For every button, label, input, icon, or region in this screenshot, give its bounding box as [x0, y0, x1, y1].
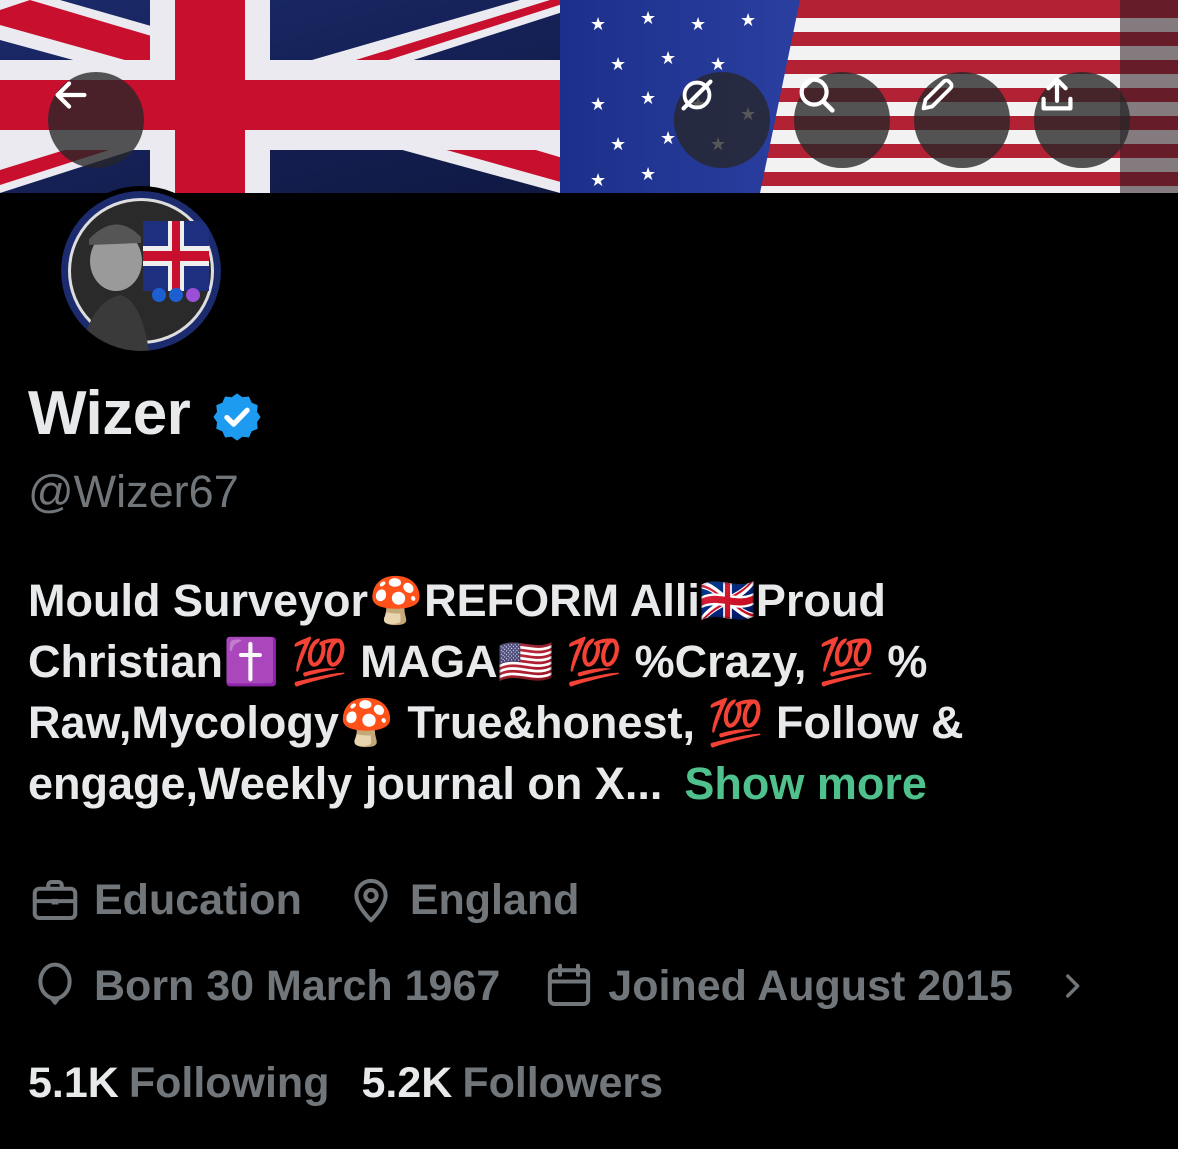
- back-button[interactable]: [48, 72, 144, 168]
- birthday-label: Born 30 March 1967: [94, 962, 501, 1010]
- verified-badge-icon[interactable]: [210, 390, 264, 444]
- edit-button[interactable]: [914, 72, 1010, 168]
- search-icon: [799, 77, 835, 113]
- svg-text:★: ★: [690, 14, 706, 35]
- grok-slash-icon: [681, 79, 713, 111]
- location-pin-icon: [354, 878, 388, 923]
- bio: Mould Surveyor🍄REFORM Alli🇬🇧Proud Christ…: [28, 570, 1153, 814]
- grok-button[interactable]: [674, 72, 770, 168]
- share-button[interactable]: [1034, 72, 1130, 168]
- category-label: Education: [94, 876, 302, 924]
- svg-text:★: ★: [640, 88, 656, 109]
- svg-text:★: ★: [740, 10, 756, 31]
- display-name-row: Wizer: [28, 378, 264, 450]
- profile-banner[interactable]: ★★★★ ★★★ ★★★★ ★★★ ★★: [0, 0, 1178, 193]
- svg-text:★: ★: [640, 8, 656, 29]
- joined-label: Joined August 2015: [608, 962, 1013, 1010]
- followers-label: Followers: [462, 1059, 664, 1107]
- category-item: Education: [28, 872, 302, 928]
- svg-text:★: ★: [610, 134, 626, 155]
- birthday-item: Born 30 March 1967: [28, 958, 500, 1014]
- profile-meta-row-1: Education England: [28, 872, 621, 928]
- followers-count: 5.2K: [361, 1059, 453, 1107]
- joined-item[interactable]: Joined August 2015: [542, 958, 1013, 1014]
- avatar[interactable]: [56, 186, 226, 356]
- display-name: Wizer: [28, 379, 191, 448]
- search-button[interactable]: [794, 72, 890, 168]
- bio-line-text: engage,Weekly journal on X...: [28, 758, 663, 809]
- pencil-icon: [921, 78, 954, 111]
- svg-text:★: ★: [640, 164, 656, 185]
- follow-stats: 5.1K Following 5.2K Followers: [28, 1055, 695, 1111]
- svg-text:★: ★: [590, 170, 606, 191]
- show-more-link[interactable]: Show more: [684, 758, 927, 809]
- bio-line-last: engage,Weekly journal on X... Show more: [28, 753, 1153, 814]
- svg-text:★: ★: [590, 14, 606, 35]
- chevron-right-icon[interactable]: [1055, 969, 1089, 1003]
- share-upload-icon: [1041, 77, 1073, 111]
- calendar-icon: [548, 963, 591, 1007]
- profile-meta-row-2: Born 30 March 1967 Joined August 2015: [28, 958, 1089, 1014]
- profile-page: ★★★★ ★★★ ★★★★ ★★★ ★★: [0, 0, 1178, 1149]
- avatar-image: [61, 191, 221, 351]
- followers-link[interactable]: 5.2K Followers: [361, 1055, 663, 1111]
- svg-text:★: ★: [590, 94, 606, 115]
- location-item: England: [344, 872, 580, 928]
- arrow-left-icon: [55, 81, 87, 109]
- following-count: 5.1K: [28, 1059, 119, 1107]
- bio-line: Mould Surveyor🍄REFORM Alli🇬🇧Proud: [28, 575, 886, 626]
- svg-text:★: ★: [660, 128, 676, 149]
- balloon-icon: [38, 962, 72, 1005]
- svg-text:★: ★: [610, 54, 626, 75]
- svg-text:★: ★: [660, 48, 676, 69]
- bio-line: Christian✝️ 💯 MAGA🇺🇸 💯 %Crazy, 💯 %: [28, 636, 928, 687]
- location-label: England: [409, 876, 580, 924]
- following-link[interactable]: 5.1K Following: [28, 1055, 329, 1111]
- briefcase-icon: [32, 879, 78, 921]
- bio-line: Raw,Mycology🍄 True&honest, 💯 Follow &: [28, 697, 964, 748]
- following-label: Following: [128, 1059, 330, 1107]
- user-handle: @Wizer67: [28, 466, 239, 517]
